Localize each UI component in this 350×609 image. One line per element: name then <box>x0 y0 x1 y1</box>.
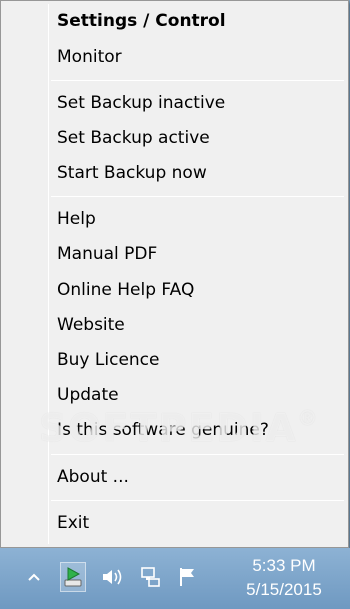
menu-separator <box>51 500 344 501</box>
clock-time: 5:33 PM <box>252 556 316 575</box>
action-center-flag-icon[interactable] <box>176 566 198 588</box>
clock-date: 5/15/2015 <box>246 580 322 599</box>
menu-separator <box>51 196 344 197</box>
menu-item-website[interactable]: Website <box>4 309 345 342</box>
menu-item-exit[interactable]: Exit <box>4 507 345 540</box>
menu-item-set-backup-active[interactable]: Set Backup active <box>4 122 345 155</box>
menu-item-settings-control[interactable]: Settings / Control <box>4 5 345 38</box>
menu-item-is-software-genuine[interactable]: Is this software genuine? <box>4 414 345 447</box>
menu-separator <box>51 80 344 81</box>
menu-item-online-help-faq[interactable]: Online Help FAQ <box>4 274 345 307</box>
system-clock[interactable]: 5:33 PM 5/15/2015 <box>234 554 334 602</box>
menu-item-buy-licence[interactable]: Buy Licence <box>4 344 345 377</box>
volume-icon[interactable] <box>101 566 123 588</box>
menu-item-monitor[interactable]: Monitor <box>4 41 345 74</box>
menu-item-help[interactable]: Help <box>4 203 345 236</box>
taskbar: 5:33 PM 5/15/2015 <box>0 548 350 609</box>
menu-item-set-backup-inactive[interactable]: Set Backup inactive <box>4 87 345 120</box>
menu-item-start-backup-now[interactable]: Start Backup now <box>4 157 345 190</box>
tray-context-menu: Settings / Control Monitor Set Backup in… <box>0 0 349 548</box>
show-hidden-icons-icon[interactable] <box>23 566 45 588</box>
menu-item-update[interactable]: Update <box>4 379 345 412</box>
menu-item-about[interactable]: About ... <box>4 461 345 494</box>
backup-app-tray-icon[interactable] <box>60 562 86 592</box>
menu-separator <box>51 454 344 455</box>
menu-item-manual-pdf[interactable]: Manual PDF <box>4 238 345 271</box>
network-icon[interactable] <box>139 566 161 588</box>
